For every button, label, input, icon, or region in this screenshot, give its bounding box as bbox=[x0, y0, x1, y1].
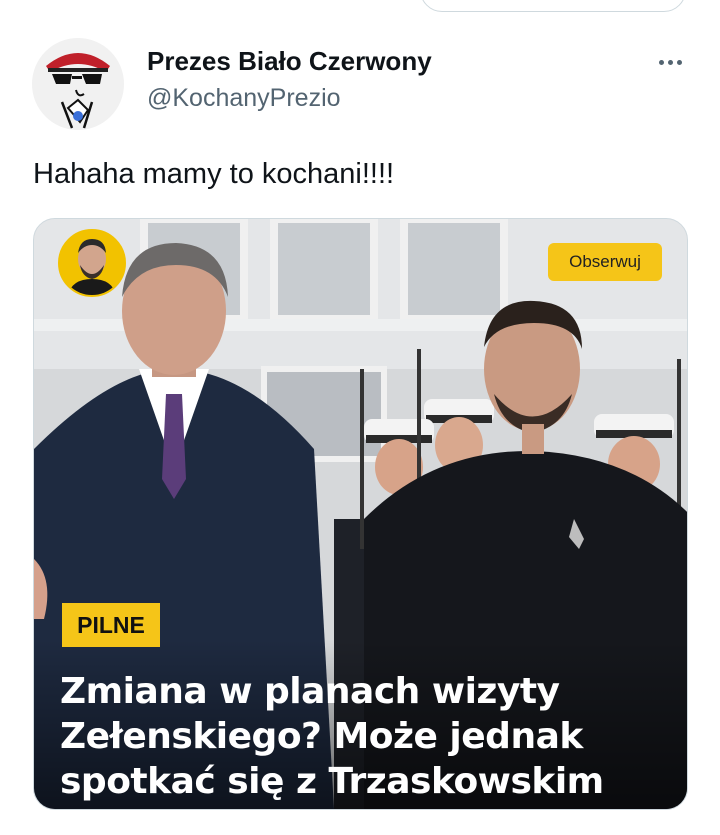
more-dot bbox=[667, 59, 673, 65]
more-dot bbox=[676, 59, 682, 65]
avatar-illustration bbox=[32, 38, 124, 130]
headline-line: Zmiana w planach wizyty bbox=[60, 671, 560, 712]
urgent-tag-badge: PILNE bbox=[62, 603, 160, 647]
author-portrait bbox=[60, 231, 124, 295]
more-horizontal-icon bbox=[658, 59, 664, 65]
user-handle[interactable]: @KochanyPrezio bbox=[147, 84, 341, 113]
more-options-button[interactable] bbox=[650, 48, 690, 76]
display-name[interactable]: Prezes Biało Czerwony bbox=[147, 46, 432, 77]
follow-button[interactable]: Obserwuj bbox=[548, 243, 662, 281]
top-partial-button[interactable] bbox=[420, 0, 686, 12]
headline-line: spotkać się z Trzaskowskim bbox=[60, 761, 604, 802]
headline: Zmiana w planach wizyty Zełenskiego? Moż… bbox=[60, 669, 670, 804]
headline-line: Zełenskiego? Może jednak bbox=[60, 716, 583, 757]
author-avatar[interactable] bbox=[58, 229, 126, 297]
post-text: Hahaha mamy to kochani!!!! bbox=[33, 158, 395, 190]
user-avatar[interactable] bbox=[32, 38, 124, 130]
post-media-image[interactable]: Obserwuj PILNE Zmiana w planach wizyty Z… bbox=[33, 218, 688, 810]
